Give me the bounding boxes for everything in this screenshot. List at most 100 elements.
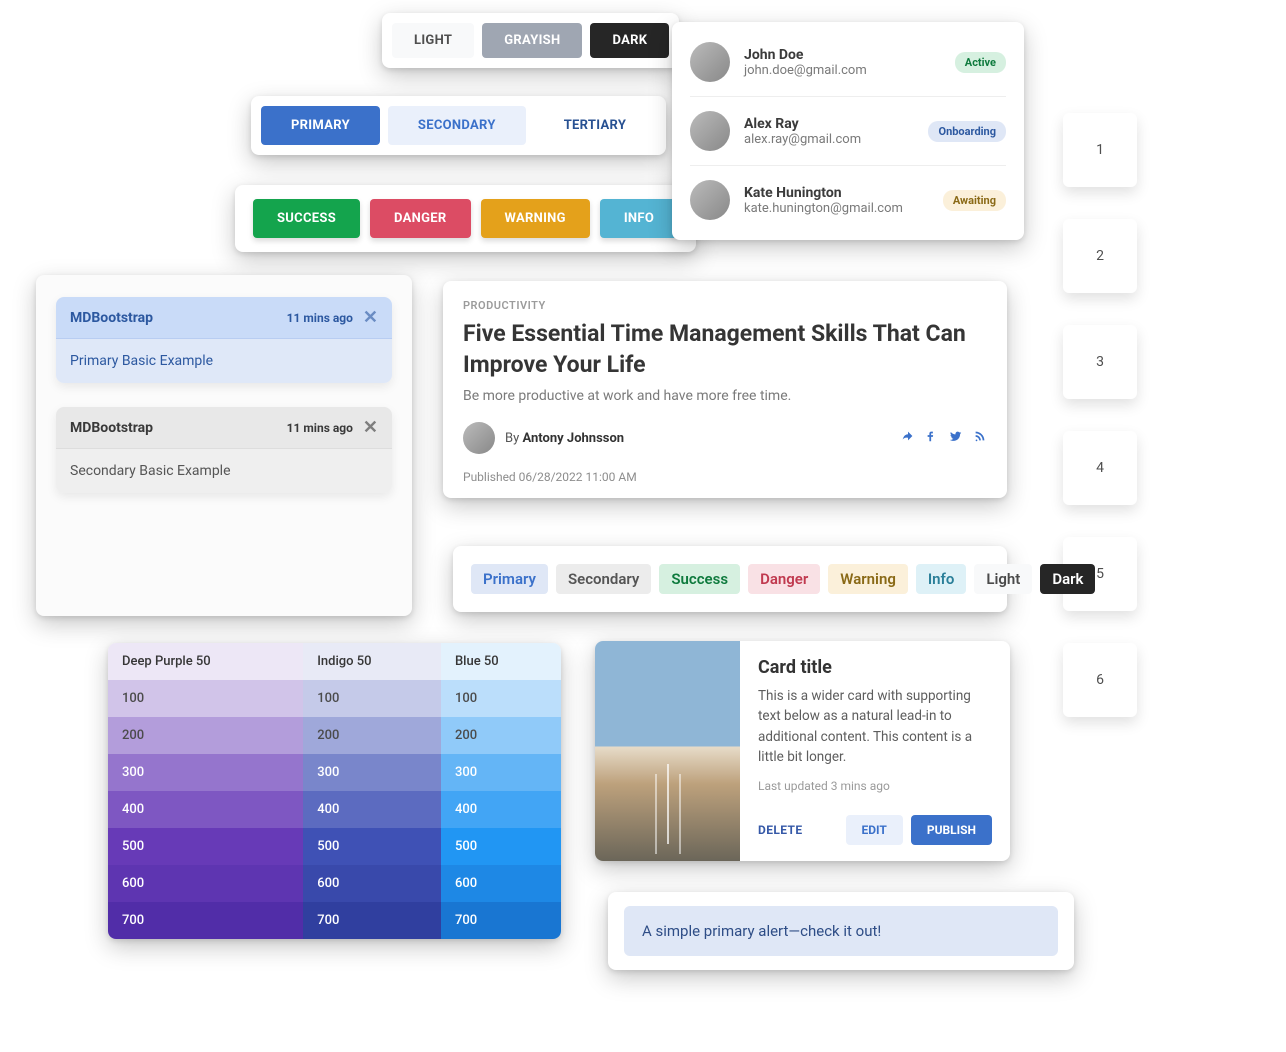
share-icon[interactable] [901, 429, 915, 447]
palette-column-header: Blue 50 [441, 643, 561, 680]
palette-swatch: 600 [441, 865, 561, 902]
toast-secondary: MDBootstrap 11 mins ago ✕ Secondary Basi… [56, 407, 392, 493]
palette-swatch: 300 [441, 754, 561, 791]
article-published: Published 06/28/2022 11:00 AM [463, 470, 987, 484]
list-item[interactable]: John Doe john.doe@gmail.com Active [690, 28, 1006, 97]
danger-button[interactable]: DANGER [370, 199, 471, 238]
badge-secondary: Secondary [556, 564, 651, 594]
palette-swatch: 100 [108, 680, 303, 717]
theme-dark-button[interactable]: DARK [590, 23, 669, 58]
card-text: This is a wider card with supporting tex… [758, 686, 992, 767]
table-row: 700700700 [108, 902, 561, 939]
theme-light-button[interactable]: LIGHT [392, 23, 474, 58]
card-title: Card title [758, 657, 992, 678]
user-email: kate.hunington@gmail.com [744, 201, 903, 216]
number-card[interactable]: 6 [1063, 643, 1137, 717]
palette-swatch: 200 [108, 717, 303, 754]
badge-light: Light [974, 564, 1032, 594]
tab-primary[interactable]: PRIMARY [261, 106, 380, 145]
user-name: John Doe [744, 47, 867, 63]
palette-swatch: 700 [108, 902, 303, 939]
palette-swatch: 200 [441, 717, 561, 754]
table-row: 600600600 [108, 865, 561, 902]
palette-swatch: 200 [303, 717, 441, 754]
avatar [690, 42, 730, 82]
alert-primary: A simple primary alert—check it out! [624, 906, 1058, 956]
rss-icon[interactable] [973, 429, 987, 447]
twitter-icon[interactable] [949, 429, 963, 447]
article-kicker: PRODUCTIVITY [463, 299, 987, 312]
palette-swatch: 500 [441, 828, 561, 865]
palette-column-header: Deep Purple 50 [108, 643, 303, 680]
user-name: Alex Ray [744, 116, 861, 132]
palette-column-header: Indigo 50 [303, 643, 441, 680]
avatar [690, 111, 730, 151]
badge-row: Primary Secondary Success Danger Warning… [453, 546, 1007, 612]
toast-body: Secondary Basic Example [56, 449, 392, 493]
palette-swatch: 400 [108, 791, 303, 828]
list-item[interactable]: Alex Ray alex.ray@gmail.com Onboarding [690, 97, 1006, 166]
number-rail: 1 2 3 4 5 6 [1063, 113, 1137, 717]
palette-swatch: 500 [303, 828, 441, 865]
palette-swatch: 600 [108, 865, 303, 902]
number-card[interactable]: 2 [1063, 219, 1137, 293]
toast-time: 11 mins ago [287, 311, 353, 325]
number-card[interactable]: 4 [1063, 431, 1137, 505]
pill-tabs: PRIMARY SECONDARY TERTIARY [251, 96, 666, 155]
table-row: 500500500 [108, 828, 561, 865]
card-updated: Last updated 3 mins ago [758, 779, 992, 793]
table-row: Deep Purple 50 Indigo 50 Blue 50 [108, 643, 561, 680]
palette-swatch: 700 [441, 902, 561, 939]
article-card: PRODUCTIVITY Five Essential Time Managem… [443, 281, 1007, 498]
card-image [595, 641, 740, 861]
social-icons [901, 429, 987, 447]
facebook-icon[interactable] [925, 429, 939, 447]
horizontal-card: Card title This is a wider card with sup… [595, 641, 1010, 861]
table-row: 300300300 [108, 754, 561, 791]
palette-swatch: 500 [108, 828, 303, 865]
palette-table: Deep Purple 50 Indigo 50 Blue 50 1001001… [108, 643, 561, 939]
article-subtitle: Be more productive at work and have more… [463, 388, 987, 404]
toast-primary: MDBootstrap 11 mins ago ✕ Primary Basic … [56, 297, 392, 383]
toast-body: Primary Basic Example [56, 339, 392, 383]
tab-tertiary[interactable]: TERTIARY [534, 106, 657, 145]
user-email: alex.ray@gmail.com [744, 132, 861, 147]
palette-swatch: 300 [108, 754, 303, 791]
number-card[interactable]: 3 [1063, 325, 1137, 399]
palette-swatch: 400 [303, 791, 441, 828]
edit-button[interactable]: EDIT [846, 815, 903, 845]
theme-grayish-button[interactable]: GRAYISH [482, 23, 582, 58]
status-buttons: SUCCESS DANGER WARNING INFO [235, 185, 696, 252]
palette-swatch: 400 [441, 791, 561, 828]
number-card[interactable]: 1 [1063, 113, 1137, 187]
palette-swatch: 600 [303, 865, 441, 902]
article-byline: By Antony Johnsson [505, 431, 624, 446]
status-badge: Onboarding [928, 121, 1006, 142]
palette-swatch: 300 [303, 754, 441, 791]
palette-swatch: 100 [303, 680, 441, 717]
article-title: Five Essential Time Management Skills Th… [463, 318, 987, 380]
delete-link[interactable]: DELETE [758, 823, 803, 837]
user-email: john.doe@gmail.com [744, 63, 867, 78]
toast-time: 11 mins ago [287, 421, 353, 435]
alert-card: A simple primary alert—check it out! [608, 892, 1074, 970]
list-item[interactable]: Kate Hunington kate.hunington@gmail.com … [690, 166, 1006, 234]
table-row: 100100100 [108, 680, 561, 717]
theme-segmented: LIGHT GRAYISH DARK [382, 13, 679, 68]
publish-button[interactable]: PUBLISH [911, 815, 992, 845]
table-row: 200200200 [108, 717, 561, 754]
info-button[interactable]: INFO [600, 199, 678, 238]
toast-title: MDBootstrap [70, 310, 153, 326]
tab-secondary[interactable]: SECONDARY [388, 106, 526, 145]
success-button[interactable]: SUCCESS [253, 199, 360, 238]
avatar [463, 422, 495, 454]
badge-success: Success [659, 564, 740, 594]
toast-panel: MDBootstrap 11 mins ago ✕ Primary Basic … [36, 275, 412, 616]
close-icon[interactable]: ✕ [363, 417, 378, 438]
table-row: 400400400 [108, 791, 561, 828]
status-badge: Awaiting [943, 190, 1006, 211]
warning-button[interactable]: WARNING [481, 199, 590, 238]
badge-warning: Warning [828, 564, 908, 594]
close-icon[interactable]: ✕ [363, 307, 378, 328]
user-name: Kate Hunington [744, 185, 903, 201]
